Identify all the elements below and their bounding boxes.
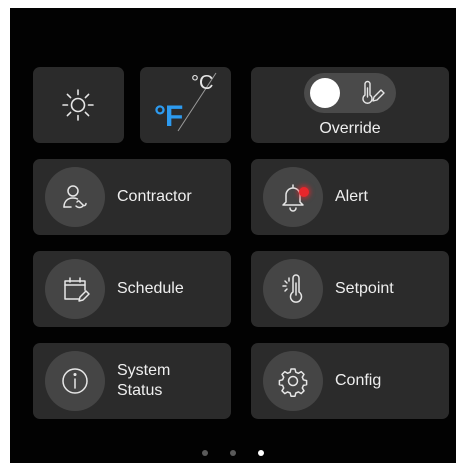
bell-icon xyxy=(282,184,304,212)
override-tile[interactable]: Override xyxy=(251,67,449,143)
temperature-unit-toggle[interactable]: °F °C xyxy=(140,67,231,143)
system-status-button[interactable]: System Status xyxy=(33,343,231,419)
config-button[interactable]: Config xyxy=(251,343,449,419)
thermostat-screen: °F °C Override Contractor Alert Schedule… xyxy=(10,8,456,463)
schedule-label: Schedule xyxy=(117,280,184,297)
gear-icon xyxy=(278,368,308,397)
info-icon xyxy=(62,368,88,394)
config-icon-circle xyxy=(263,351,323,411)
page-dot-1[interactable] xyxy=(202,450,208,456)
system-status-label: System Status xyxy=(117,343,170,419)
contractor-icon xyxy=(63,185,87,209)
setpoint-button[interactable]: Setpoint xyxy=(251,251,449,327)
contractor-icon-circle xyxy=(45,167,105,227)
config-label: Config xyxy=(335,372,382,389)
brightness-icon xyxy=(60,87,96,123)
page-indicator xyxy=(10,450,456,456)
calendar-edit-icon xyxy=(64,277,90,302)
schedule-icon-circle xyxy=(45,259,105,319)
toggle-knob xyxy=(310,78,340,108)
system-status-label-line2: Status xyxy=(117,382,163,399)
contractor-button[interactable]: Contractor xyxy=(33,159,231,235)
thermometer-icon xyxy=(282,274,303,303)
setpoint-label: Setpoint xyxy=(335,280,394,297)
fahrenheit-label: °F xyxy=(154,100,183,133)
thermometer-edit-icon xyxy=(359,80,385,106)
alert-icon-circle xyxy=(263,167,323,227)
brightness-button[interactable] xyxy=(33,67,124,143)
celsius-label: °C xyxy=(191,72,214,94)
alert-button[interactable]: Alert xyxy=(251,159,449,235)
system-status-icon-circle xyxy=(45,351,105,411)
override-toggle[interactable] xyxy=(304,73,396,113)
alert-badge xyxy=(299,187,309,197)
page-dot-3[interactable] xyxy=(258,450,264,456)
setpoint-icon-circle xyxy=(263,259,323,319)
contractor-label: Contractor xyxy=(117,188,192,205)
page-dot-2[interactable] xyxy=(230,450,236,456)
override-label: Override xyxy=(319,120,381,137)
system-status-label-line1: System xyxy=(117,362,171,379)
schedule-button[interactable]: Schedule xyxy=(33,251,231,327)
alert-label: Alert xyxy=(335,188,368,205)
